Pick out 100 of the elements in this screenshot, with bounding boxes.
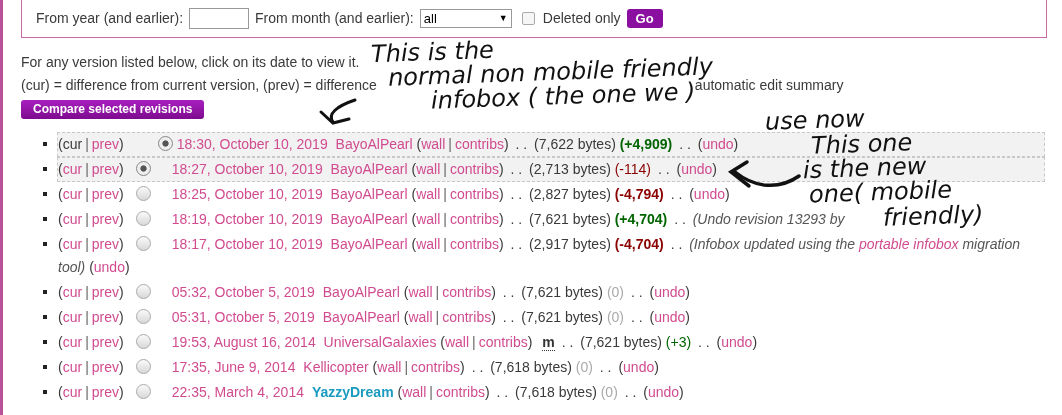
link[interactable]: wall xyxy=(421,136,446,152)
link[interactable]: prev xyxy=(91,236,119,252)
revision-date-link[interactable]: 18:17, October 10, 2019 xyxy=(171,236,323,252)
month-label: From month (and earlier): xyxy=(255,9,414,28)
link[interactable]: prev xyxy=(91,334,119,350)
user-link[interactable]: YazzyDream xyxy=(311,384,394,400)
revision-date-link[interactable]: 18:27, October 10, 2019 xyxy=(171,161,323,177)
link[interactable]: prev xyxy=(91,309,119,325)
link[interactable]: contribs xyxy=(449,236,499,252)
radio-button[interactable] xyxy=(135,334,151,349)
radio-button[interactable] xyxy=(135,384,151,399)
link[interactable]: cur xyxy=(62,284,83,300)
bracket: ( xyxy=(58,186,63,202)
user-link[interactable]: BayoAlPearl xyxy=(322,284,400,300)
revision-date-link[interactable]: 18:30, October 10, 2019 xyxy=(176,136,328,152)
user-link[interactable]: BayoAlPearl xyxy=(330,186,408,202)
separator: | xyxy=(85,334,89,350)
link[interactable]: undo xyxy=(654,284,686,300)
separator: | xyxy=(85,186,89,202)
month-select[interactable]: all ▼ xyxy=(419,9,512,28)
revision-date-link[interactable]: 05:32, October 5, 2019 xyxy=(171,284,315,300)
link[interactable]: wall xyxy=(416,161,441,177)
user-link[interactable]: UniversalGalaxies xyxy=(323,334,437,350)
radio-button[interactable] xyxy=(157,136,173,151)
link[interactable]: cur xyxy=(62,186,83,202)
year-input[interactable] xyxy=(189,8,250,29)
user-link[interactable]: BayoAlPearl xyxy=(330,161,408,177)
radio-button[interactable] xyxy=(135,284,151,299)
go-button[interactable]: Go xyxy=(626,9,663,28)
link[interactable]: contribs xyxy=(435,384,485,400)
size-change: (0) xyxy=(600,384,618,400)
link[interactable]: contribs xyxy=(442,284,492,300)
revision-date-link[interactable]: 22:35, March 4, 2014 xyxy=(171,384,304,400)
link[interactable]: cur xyxy=(62,359,83,375)
link[interactable]: prev xyxy=(91,284,119,300)
link[interactable]: prev xyxy=(91,186,119,202)
separator: | xyxy=(85,309,89,325)
revision-date-link[interactable]: 18:25, October 10, 2019 xyxy=(171,186,323,202)
link[interactable]: prev xyxy=(91,161,119,177)
link[interactable]: undo xyxy=(681,161,713,177)
link[interactable]: contribs xyxy=(454,136,504,152)
link[interactable]: contribs xyxy=(442,309,492,325)
user-link[interactable]: Kellicopter xyxy=(303,359,369,375)
link[interactable]: prev xyxy=(91,211,119,227)
link[interactable]: wall xyxy=(408,309,433,325)
size-change: (0) xyxy=(575,359,593,375)
radio-button[interactable] xyxy=(135,359,151,374)
link[interactable]: wall xyxy=(402,384,427,400)
link[interactable]: undo xyxy=(93,259,125,275)
link[interactable]: cur xyxy=(62,334,83,350)
compare-button[interactable]: Compare selected revisions xyxy=(21,100,205,119)
revision-date-link[interactable]: 17:35, June 9, 2014 xyxy=(171,359,296,375)
user-link[interactable]: BayoAlPearl xyxy=(335,136,413,152)
link[interactable]: contribs xyxy=(449,161,499,177)
link[interactable]: cur xyxy=(62,211,83,227)
link[interactable]: wall xyxy=(416,211,441,227)
link[interactable]: cur xyxy=(62,384,83,400)
radio-button[interactable] xyxy=(135,161,151,176)
radio-button[interactable] xyxy=(135,211,151,226)
separator: | xyxy=(85,161,89,177)
revision-date-link[interactable]: 18:19, October 10, 2019 xyxy=(171,211,323,227)
bracket: ( xyxy=(58,359,63,375)
link[interactable]: contribs xyxy=(449,186,499,202)
year-label: From year (and earlier): xyxy=(36,9,184,28)
size-change: (0) xyxy=(606,309,625,325)
separator: | xyxy=(85,284,89,300)
link[interactable]: wall xyxy=(444,334,470,350)
radio-button[interactable] xyxy=(135,186,151,201)
checkbox[interactable] xyxy=(521,12,535,25)
link[interactable]: wall xyxy=(416,236,441,252)
link[interactable]: undo xyxy=(654,309,686,325)
link[interactable]: cur xyxy=(62,236,83,252)
link[interactable]: contribs xyxy=(449,211,499,227)
bracket: ) xyxy=(503,136,509,152)
link[interactable]: contribs xyxy=(411,359,461,375)
link[interactable]: wall xyxy=(416,186,441,202)
user-link[interactable]: BayoAlPearl xyxy=(330,211,408,227)
link[interactable]: cur xyxy=(62,309,83,325)
link[interactable]: prev xyxy=(91,384,119,400)
link[interactable]: contribs xyxy=(478,334,528,350)
separator-dots: . . xyxy=(657,161,670,177)
link[interactable]: undo xyxy=(693,186,725,202)
link[interactable]: undo xyxy=(702,136,734,152)
link[interactable]: undo xyxy=(623,359,655,375)
link[interactable]: prev xyxy=(91,359,119,375)
separator-dots: . . xyxy=(698,334,710,350)
link[interactable]: wall xyxy=(377,359,402,375)
revision-date-link[interactable]: 19:53, August 16, 2014 xyxy=(171,334,316,350)
link[interactable]: prev xyxy=(91,136,119,152)
summary-link[interactable]: portable infobox xyxy=(858,236,959,252)
link[interactable]: wall xyxy=(408,284,433,300)
radio-button[interactable] xyxy=(135,236,151,251)
user-link[interactable]: BayoAlPearl xyxy=(322,309,400,325)
link[interactable]: cur xyxy=(62,161,83,177)
user-link[interactable]: BayoAlPearl xyxy=(330,236,408,252)
revision-date-link[interactable]: 05:31, October 5, 2019 xyxy=(171,309,315,325)
link[interactable]: undo xyxy=(647,384,680,400)
radio-button[interactable] xyxy=(135,309,151,324)
bracket: ( xyxy=(372,359,378,375)
link[interactable]: undo xyxy=(721,334,753,350)
